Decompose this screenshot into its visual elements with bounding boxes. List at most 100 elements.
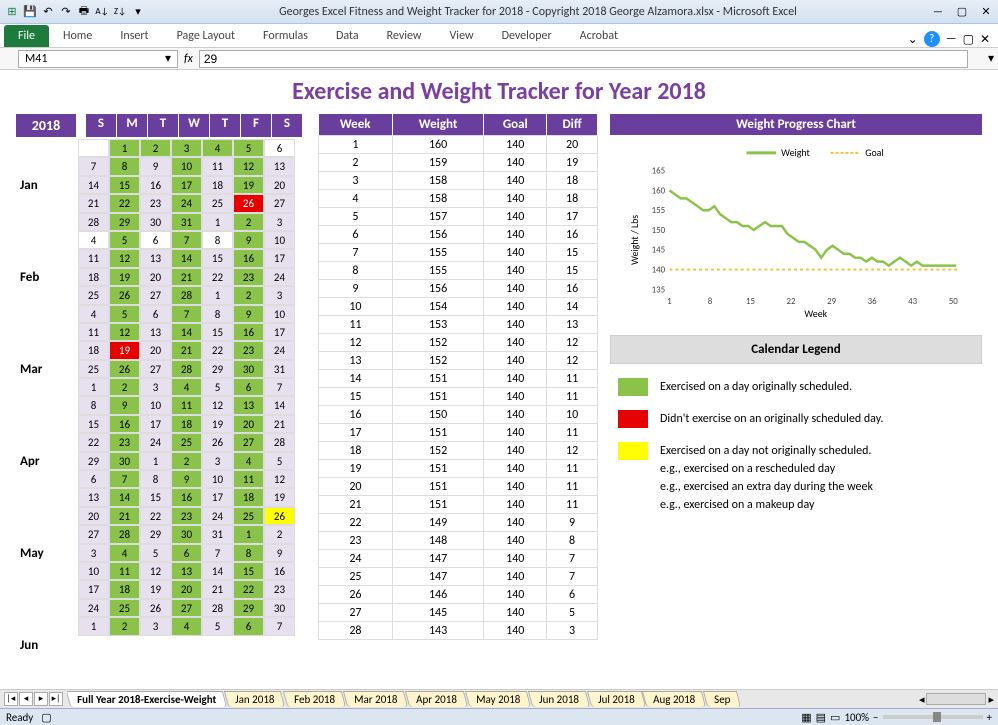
formula-expand-icon[interactable]: ▾ [988, 51, 994, 66]
calendar-day[interactable]: 27 [264, 194, 295, 212]
calendar-day[interactable]: 3 [264, 286, 295, 304]
calendar-day[interactable]: 7 [202, 544, 233, 562]
table-row[interactable]: 415814018 [319, 190, 598, 208]
calendar-day[interactable]: 10 [264, 231, 295, 249]
week-cell[interactable]: 12 [547, 352, 598, 370]
calendar-day[interactable]: 4 [202, 139, 233, 157]
calendar-day[interactable]: 18 [109, 580, 140, 598]
calendar-day[interactable]: 30 [171, 525, 202, 543]
week-cell[interactable]: 12 [319, 334, 393, 352]
table-row[interactable]: 1215214012 [319, 334, 598, 352]
calendar-day[interactable]: 3 [78, 544, 109, 562]
week-cell[interactable]: 12 [547, 334, 598, 352]
week-cell[interactable]: 140 [484, 136, 547, 154]
week-cell[interactable]: 152 [392, 442, 484, 460]
calendar-day[interactable]: 19 [202, 415, 233, 433]
calendar-day[interactable]: 10 [171, 157, 202, 175]
table-row[interactable]: 715514015 [319, 244, 598, 262]
calendar-day[interactable]: 27 [233, 433, 264, 451]
ribbon-tab-acrobat[interactable]: Acrobat [566, 25, 632, 47]
calendar-day[interactable]: 7 [78, 157, 109, 175]
calendar-day[interactable]: 13 [171, 562, 202, 580]
week-cell[interactable]: 155 [392, 244, 484, 262]
calendar-day[interactable]: 2 [264, 525, 295, 543]
week-cell[interactable]: 8 [319, 262, 393, 280]
week-cell[interactable]: 151 [392, 478, 484, 496]
ribbon-tab-review[interactable]: Review [373, 25, 436, 47]
table-row[interactable]: 221491409 [319, 514, 598, 532]
fx-icon[interactable]: fx [184, 52, 193, 66]
week-cell[interactable]: 140 [484, 550, 547, 568]
calendar-day[interactable]: 1 [140, 452, 171, 470]
calendar-day[interactable]: 29 [140, 525, 171, 543]
calendar-day[interactable]: 21 [171, 268, 202, 286]
calendar-day[interactable]: 11 [109, 562, 140, 580]
calendar-day[interactable]: 9 [233, 231, 264, 249]
calendar-day[interactable]: 14 [78, 176, 109, 194]
worksheet[interactable]: Exercise and Weight Tracker for Year 201… [12, 73, 986, 689]
week-cell[interactable]: 17 [547, 208, 598, 226]
week-cell[interactable]: 11 [547, 478, 598, 496]
week-cell[interactable]: 149 [392, 514, 484, 532]
week-cell[interactable]: 140 [484, 316, 547, 334]
week-cell[interactable]: 14 [319, 370, 393, 388]
calendar-day[interactable]: 4 [109, 544, 140, 562]
calendar-day[interactable]: 12 [109, 323, 140, 341]
week-cell[interactable]: 10 [547, 406, 598, 424]
calendar-day[interactable]: 5 [264, 452, 295, 470]
week-cell[interactable]: 140 [484, 460, 547, 478]
week-cell[interactable]: 140 [484, 406, 547, 424]
print-preview-icon[interactable]: 🖶 [76, 4, 92, 20]
calendar-day[interactable]: 16 [233, 249, 264, 267]
week-cell[interactable]: 140 [484, 424, 547, 442]
calendar-day[interactable]: 11 [233, 470, 264, 488]
week-cell[interactable]: 2 [319, 154, 393, 172]
qat-dropdown-icon[interactable]: ▾ [130, 4, 146, 20]
table-row[interactable]: 281431403 [319, 622, 598, 640]
week-cell[interactable]: 11 [547, 496, 598, 514]
week-cell[interactable]: 18 [547, 172, 598, 190]
week-cell[interactable]: 140 [484, 478, 547, 496]
week-cell[interactable]: 13 [547, 316, 598, 334]
calendar-day[interactable]: 5 [140, 544, 171, 562]
calendar-day[interactable]: 4 [171, 617, 202, 635]
week-cell[interactable]: 23 [319, 532, 393, 550]
calendar-day[interactable]: 5 [202, 378, 233, 396]
week-cell[interactable]: 1 [319, 136, 393, 154]
table-row[interactable]: 2015114011 [319, 478, 598, 496]
formula-input[interactable] [199, 50, 968, 68]
sheet-tab[interactable]: Sep [703, 691, 739, 707]
calendar-day[interactable]: 7 [171, 231, 202, 249]
undo-icon[interactable]: ↶ [40, 4, 56, 20]
calendar-day[interactable]: 29 [78, 452, 109, 470]
zoom-slider[interactable] [883, 715, 983, 719]
week-cell[interactable]: 11 [547, 370, 598, 388]
calendar-day[interactable]: 21 [78, 194, 109, 212]
table-row[interactable]: 261461406 [319, 586, 598, 604]
week-cell[interactable]: 4 [319, 190, 393, 208]
table-row[interactable]: 915614016 [319, 280, 598, 298]
week-cell[interactable]: 151 [392, 370, 484, 388]
calendar-day[interactable]: 13 [78, 488, 109, 506]
calendar-day[interactable]: 7 [264, 378, 295, 396]
week-cell[interactable]: 158 [392, 190, 484, 208]
calendar-day[interactable]: 28 [264, 433, 295, 451]
calendar-day[interactable]: 7 [264, 617, 295, 635]
calendar-day[interactable]: 30 [264, 599, 295, 617]
tab-nav-prev[interactable]: ◂ [19, 692, 33, 706]
week-cell[interactable]: 153 [392, 316, 484, 334]
week-cell[interactable]: 151 [392, 388, 484, 406]
week-cell[interactable]: 140 [484, 154, 547, 172]
calendar-day[interactable]: 19 [109, 341, 140, 359]
calendar-day[interactable]: 28 [202, 599, 233, 617]
calendar-day[interactable]: 21 [109, 507, 140, 525]
calendar-day[interactable]: 15 [233, 562, 264, 580]
sort-desc-icon[interactable]: Z↓ [112, 4, 128, 20]
week-cell[interactable]: 157 [392, 208, 484, 226]
week-cell[interactable]: 11 [547, 424, 598, 442]
calendar-day[interactable]: 29 [202, 360, 233, 378]
calendar-day[interactable]: 23 [109, 433, 140, 451]
table-row[interactable]: 215914019 [319, 154, 598, 172]
ribbon-tab-insert[interactable]: Insert [106, 25, 162, 47]
calendar-day[interactable]: 25 [109, 599, 140, 617]
